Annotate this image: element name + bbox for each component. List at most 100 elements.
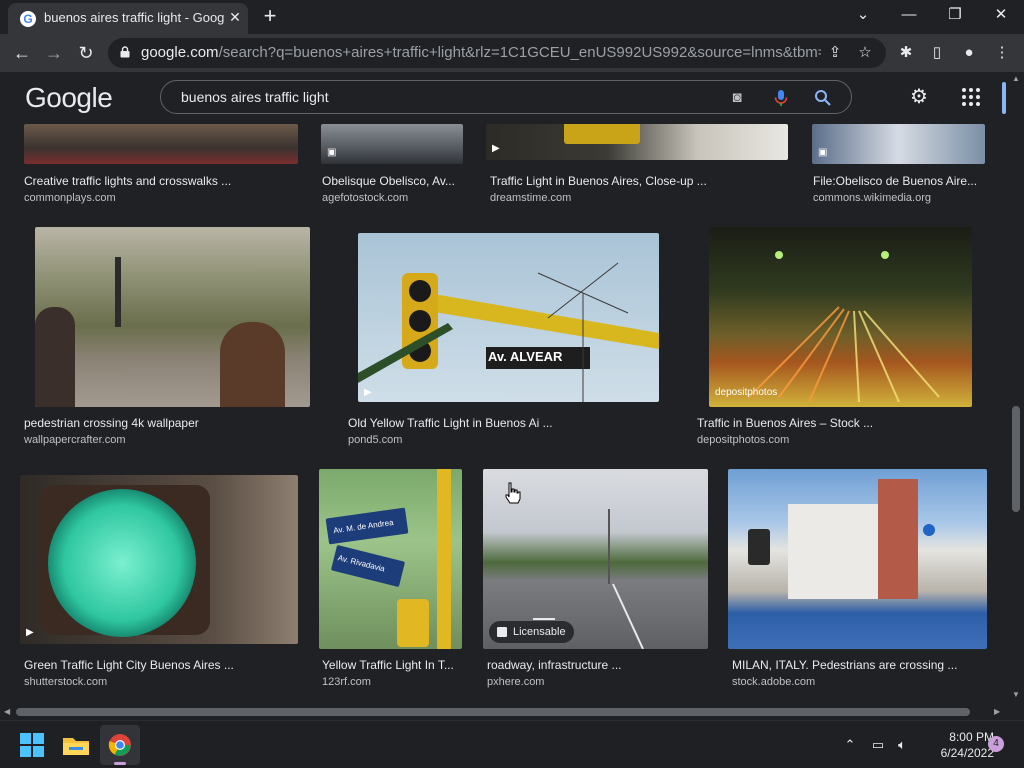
video-play-icon: ▶ <box>26 627 34 638</box>
search-icon[interactable] <box>813 88 833 108</box>
traffic-light-housing <box>397 599 429 647</box>
horizontal-scroll-thumb[interactable] <box>16 708 970 716</box>
result-image-3[interactable]: ▶ <box>486 124 788 160</box>
clock-date: 6/24/2022 <box>940 746 994 760</box>
camera-icon[interactable]: ◙ <box>727 88 747 108</box>
traffic-light-illustration <box>358 262 659 402</box>
scroll-left-arrow-icon[interactable]: ◀ <box>4 707 10 716</box>
street-sign-text: Av. ALVEAR <box>488 349 563 364</box>
google-header: Google buenos aires traffic light ◙ ⚙ <box>0 72 1008 124</box>
address-bar[interactable]: google.com/search?q=buenos+aires+traffic… <box>108 38 886 68</box>
hand-cursor-icon <box>505 482 521 504</box>
minimize-button[interactable]: — <box>886 0 932 30</box>
taskbar-clock[interactable]: 8:00 PM 6/24/2022 <box>918 729 994 761</box>
back-button[interactable]: ← <box>9 40 35 66</box>
result-title-3[interactable]: Traffic Light in Buenos Aires, Close-up … <box>490 174 790 188</box>
result-source-8[interactable]: shutterstock.com <box>24 676 107 688</box>
result-title-2[interactable]: Obelisque Obelisco, Av... <box>322 174 467 188</box>
result-source-2[interactable]: agefotostock.com <box>322 192 408 204</box>
result-title-1[interactable]: Creative traffic lights and crosswalks .… <box>24 174 298 188</box>
extensions-icon[interactable]: ✱ <box>893 40 919 66</box>
search-box[interactable]: buenos aires traffic light ◙ <box>160 80 852 114</box>
bookmark-star-icon[interactable]: ☆ <box>852 40 878 66</box>
result-source-7[interactable]: depositphotos.com <box>697 434 789 446</box>
horizontal-scrollbar[interactable]: ◀ ▶ <box>0 704 1008 720</box>
result-title-11[interactable]: MILAN, ITALY. Pedestrians are crossing .… <box>732 658 992 672</box>
person-silhouette <box>220 322 285 407</box>
profile-icon[interactable]: ● <box>956 40 982 66</box>
search-results-page: Google buenos aires traffic light ◙ ⚙ Cr… <box>0 72 1008 704</box>
result-image-7[interactable]: depositphotos <box>709 227 972 407</box>
restore-button[interactable]: ❐ <box>932 0 978 30</box>
microphone-icon[interactable] <box>771 88 791 108</box>
lock-icon[interactable] <box>120 46 130 58</box>
side-panel-icon[interactable]: ▯ <box>924 40 950 66</box>
result-title-4[interactable]: File:Obelisco de Buenos Aire... <box>813 174 983 188</box>
scroll-right-arrow-icon[interactable]: ▶ <box>994 707 1000 716</box>
result-source-5[interactable]: wallpapercrafter.com <box>24 434 126 446</box>
apps-grid-icon[interactable] <box>958 84 984 110</box>
new-tab-button[interactable]: + <box>258 5 282 29</box>
share-icon[interactable]: ⇪ <box>822 40 848 66</box>
building-shape <box>788 504 878 599</box>
result-title-9[interactable]: Yellow Traffic Light In T... <box>322 658 464 672</box>
chrome-icon[interactable] <box>108 733 132 757</box>
url-domain: google.com <box>141 44 219 61</box>
result-image-5[interactable] <box>35 227 310 407</box>
url-path: /search?q=buenos+aires+traffic+light&rlz… <box>218 44 821 61</box>
close-tab-icon[interactable]: ✕ <box>226 8 244 26</box>
vertical-scroll-thumb[interactable] <box>1012 406 1020 512</box>
windows-start-icon[interactable] <box>16 729 48 761</box>
result-source-4[interactable]: commons.wikimedia.org <box>813 192 931 204</box>
result-title-8[interactable]: Green Traffic Light City Buenos Aires ..… <box>24 658 304 672</box>
tab-search-icon[interactable]: ⌄ <box>840 0 886 30</box>
image-badge-icon: ▣ <box>327 147 337 158</box>
vertical-scrollbar[interactable]: ▲ ▼ <box>1008 72 1024 704</box>
result-source-9[interactable]: 123rf.com <box>322 676 371 688</box>
scroll-down-arrow-icon[interactable]: ▼ <box>1012 690 1020 699</box>
result-source-1[interactable]: commonplays.com <box>24 192 116 204</box>
result-image-9[interactable]: Av. M. de Andrea Av. Rivadavia <box>319 469 462 649</box>
result-title-10[interactable]: roadway, infrastructure ... <box>487 658 707 672</box>
title-bar: G buenos aires traffic light - Google ✕ … <box>0 0 1024 34</box>
clock-time: 8:00 PM <box>949 730 994 744</box>
green-light-lens <box>48 489 196 637</box>
result-image-8[interactable]: ▶ <box>20 475 298 644</box>
result-title-6[interactable]: Old Yellow Traffic Light in Buenos Ai ..… <box>348 416 668 430</box>
file-explorer-icon[interactable] <box>60 729 92 761</box>
google-logo[interactable]: Google <box>25 82 113 114</box>
result-source-6[interactable]: pond5.com <box>348 434 402 446</box>
forward-button[interactable]: → <box>41 40 67 66</box>
settings-gear-icon[interactable]: ⚙ <box>906 84 932 110</box>
result-image-4[interactable]: ▣ <box>812 124 985 164</box>
scroll-position-marker <box>1002 82 1006 114</box>
result-image-2[interactable]: ▣ <box>321 124 463 164</box>
result-image-6[interactable]: Av. ALVEAR ▶ <box>358 233 659 402</box>
result-title-5[interactable]: pedestrian crossing 4k wallpaper <box>24 416 314 430</box>
building-shape <box>878 479 918 599</box>
chrome-taskbar-slot[interactable] <box>100 725 140 765</box>
tab-title: buenos aires traffic light - Google <box>44 10 224 25</box>
scroll-up-arrow-icon[interactable]: ▲ <box>1012 74 1020 83</box>
result-image-11[interactable] <box>728 469 987 649</box>
result-image-1[interactable] <box>24 124 298 164</box>
show-hidden-icons-chevron-icon[interactable]: ⌃ <box>840 735 860 755</box>
browser-tab[interactable]: G buenos aires traffic light - Google ✕ <box>8 3 248 34</box>
night-traffic-illustration <box>748 251 940 403</box>
result-source-11[interactable]: stock.adobe.com <box>732 676 815 688</box>
network-icon[interactable]: ▭ <box>868 735 888 755</box>
close-window-button[interactable]: ✕ <box>978 0 1024 30</box>
result-source-3[interactable]: dreamstime.com <box>490 192 571 204</box>
reload-button[interactable]: ↻ <box>73 40 99 66</box>
volume-icon[interactable]: 🔈︎ <box>892 735 912 755</box>
video-play-icon: ▶ <box>492 143 500 154</box>
result-source-10[interactable]: pxhere.com <box>487 676 544 688</box>
search-input[interactable]: buenos aires traffic light <box>181 89 329 105</box>
result-title-7[interactable]: Traffic in Buenos Aires – Stock ... <box>697 416 977 430</box>
person-silhouette <box>35 307 75 407</box>
notification-badge[interactable]: 4 <box>988 736 1004 752</box>
url-text[interactable]: google.com/search?q=buenos+aires+traffic… <box>141 44 821 61</box>
video-play-icon: ▶ <box>364 387 372 398</box>
menu-icon[interactable]: ⋮ <box>989 40 1015 66</box>
licensable-badge[interactable]: Licensable <box>489 621 574 643</box>
